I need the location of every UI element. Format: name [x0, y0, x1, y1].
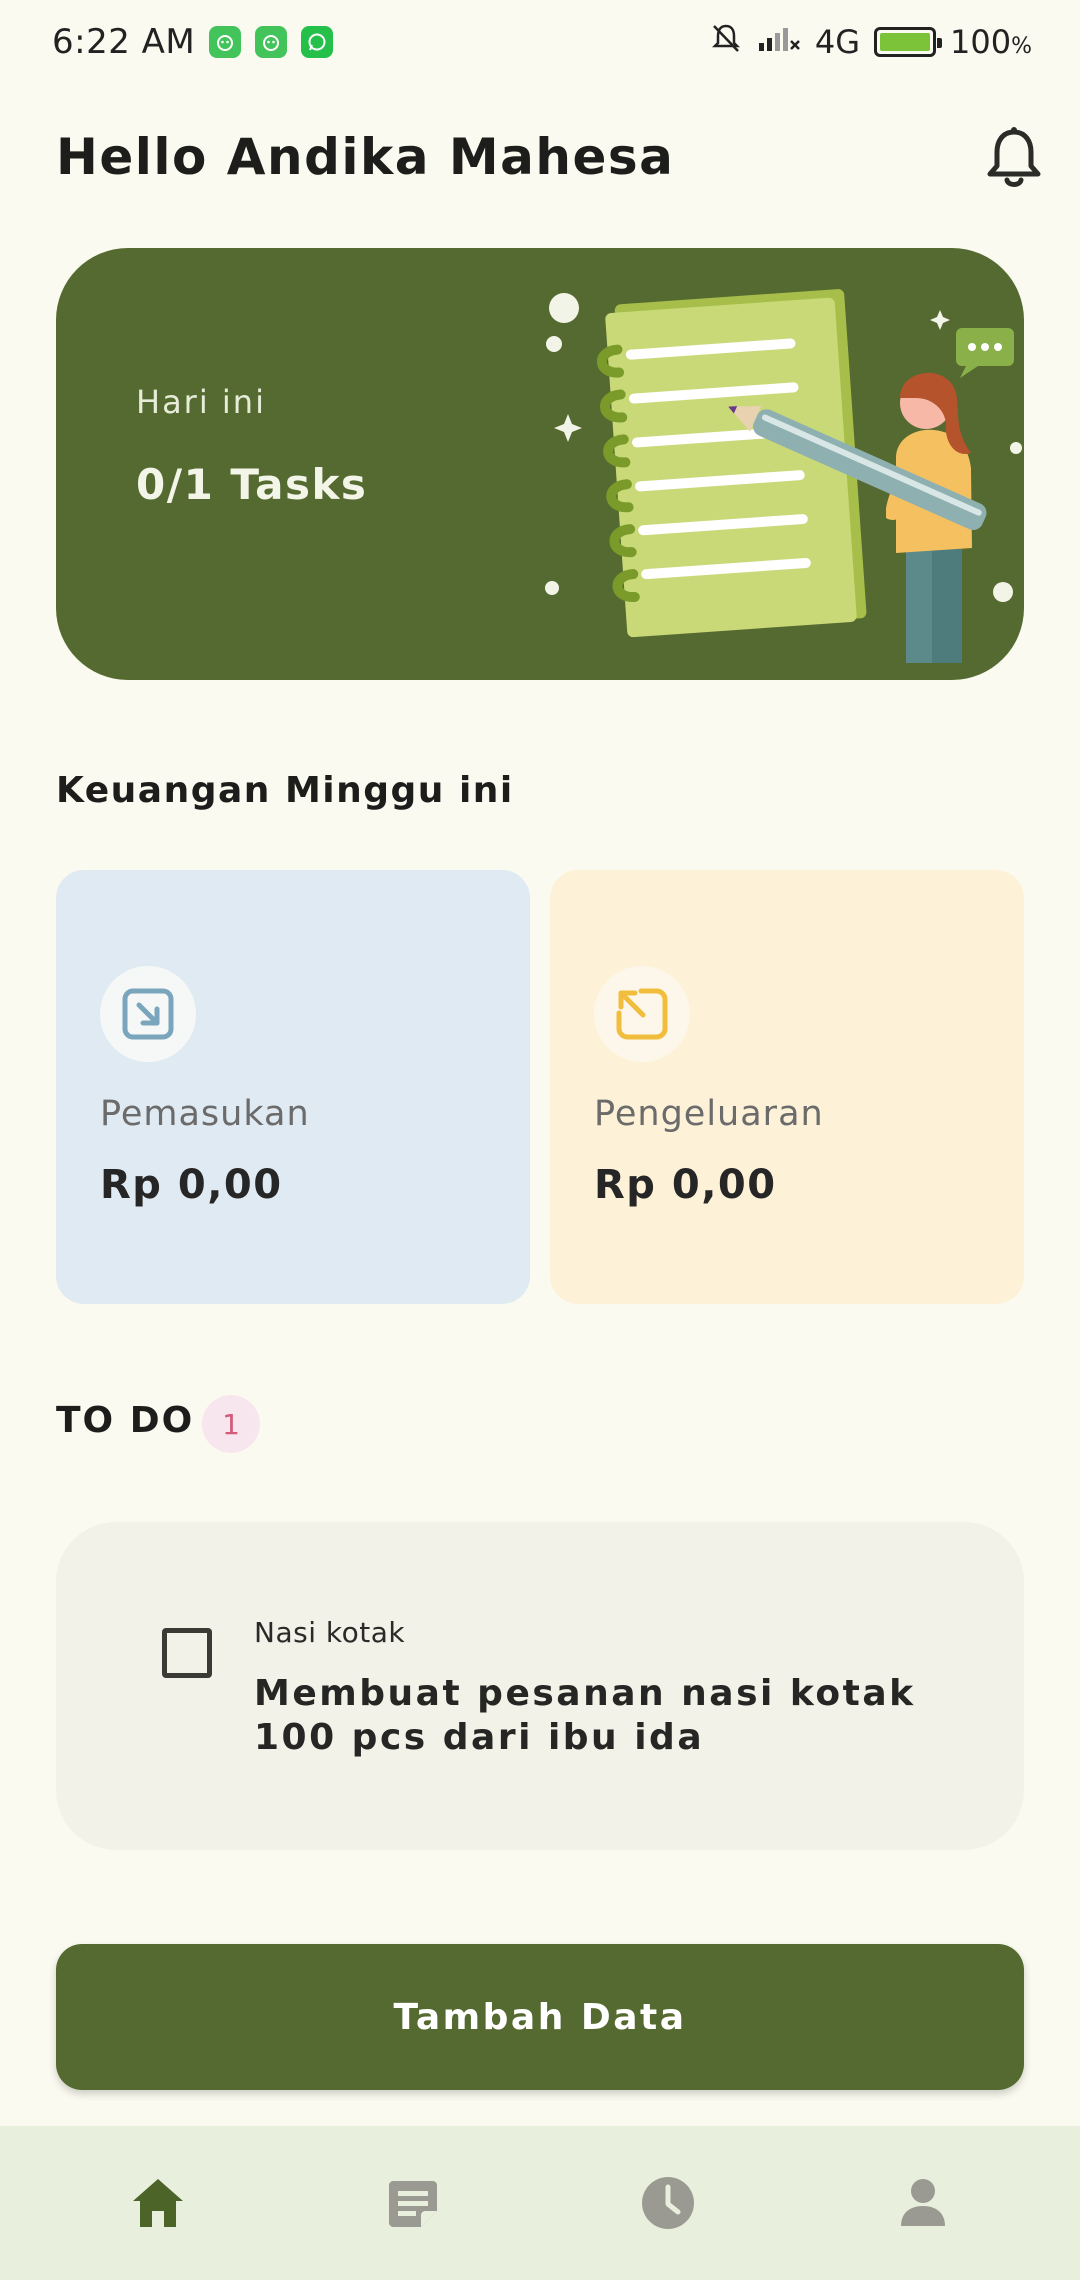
- today-tasks-card[interactable]: Hari ini 0/1 Tasks: [56, 248, 1024, 680]
- finance-section-title: Keuangan Minggu ini: [56, 770, 514, 811]
- nav-profile[interactable]: [863, 2153, 983, 2253]
- expense-label: Pengeluaran: [594, 1094, 824, 1134]
- todo-category: Nasi kotak: [254, 1616, 406, 1649]
- app-icon: [255, 26, 288, 58]
- notes-icon: [388, 2181, 437, 2227]
- todo-section-title: TO DO: [56, 1400, 195, 1441]
- status-bar: 6:22 AM 4G 100%: [0, 0, 1080, 84]
- income-card[interactable]: Pemasukan Rp 0,00: [56, 870, 530, 1304]
- status-left: 6:22 AM: [52, 22, 334, 62]
- status-time: 6:22 AM: [52, 22, 196, 62]
- income-icon-wrap: [100, 966, 196, 1062]
- add-data-button[interactable]: Tambah Data: [56, 1944, 1024, 2090]
- income-label: Pemasukan: [100, 1094, 310, 1134]
- nav-home[interactable]: [98, 2153, 218, 2253]
- greeting-title: Hello Andika Mahesa: [56, 128, 675, 186]
- notebook-illustration-icon: [545, 289, 1022, 663]
- todo-description: Membuat pesanan nasi kotak 100 pcs dari …: [254, 1673, 916, 1758]
- nav-history[interactable]: [608, 2153, 728, 2253]
- home-icon: [132, 2179, 183, 2227]
- whatsapp-icon: [301, 26, 334, 58]
- mute-icon: [709, 21, 743, 63]
- today-tasks-count: 0/1 Tasks: [136, 460, 368, 509]
- history-icon: [641, 2177, 694, 2229]
- network-type: 4G: [814, 23, 861, 61]
- todo-item-card[interactable]: Nasi kotak Membuat pesanan nasi kotak 10…: [56, 1522, 1024, 1850]
- today-label: Hari ini: [136, 383, 266, 421]
- expense-icon-wrap: [594, 966, 690, 1062]
- todo-count-badge: 1: [202, 1395, 260, 1453]
- todo-checkbox[interactable]: [162, 1628, 212, 1678]
- battery-level: 100%: [950, 23, 1032, 61]
- signal-icon: [757, 23, 801, 61]
- bottom-navigation: [0, 2126, 1080, 2280]
- battery-icon: [874, 27, 943, 57]
- status-right: 4G 100%: [709, 21, 1032, 63]
- profile-icon: [900, 2179, 945, 2226]
- arrow-out-icon: [616, 988, 668, 1040]
- arrow-in-icon: [122, 988, 174, 1040]
- expense-card[interactable]: Pengeluaran Rp 0,00: [550, 870, 1024, 1304]
- expense-amount: Rp 0,00: [594, 1162, 777, 1208]
- notification-bell-icon[interactable]: [984, 126, 1044, 190]
- income-amount: Rp 0,00: [100, 1162, 283, 1208]
- app-icon: [209, 26, 242, 58]
- nav-notes[interactable]: [353, 2153, 473, 2253]
